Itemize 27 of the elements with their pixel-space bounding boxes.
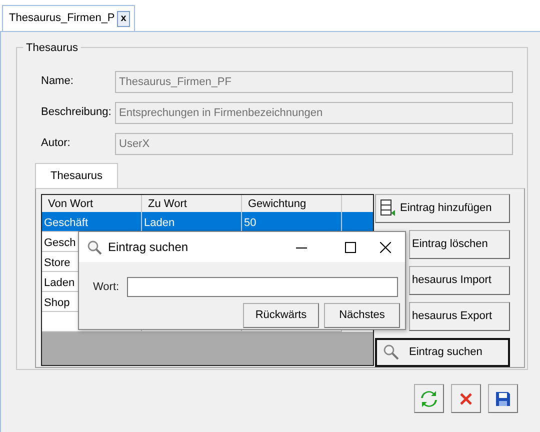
- action-button[interactable]: Eintrag hinzufügen: [375, 194, 510, 223]
- field-label: Autor:: [40, 136, 72, 152]
- action-button[interactable]: Eintrag suchen: [375, 338, 510, 367]
- field-label: Beschreibung:: [40, 105, 112, 120]
- close-icon[interactable]: [380, 242, 391, 252]
- word-field[interactable]: [127, 277, 398, 297]
- field-label: Name:: [40, 74, 74, 90]
- table-add-icon: [380, 199, 396, 218]
- maximize-icon[interactable]: [345, 242, 356, 252]
- cancel-icon: [459, 392, 473, 406]
- dialog-button[interactable]: Nächstes: [324, 303, 400, 328]
- cancel-button[interactable]: [451, 384, 481, 413]
- refresh-button[interactable]: [414, 384, 444, 413]
- save-button[interactable]: [488, 384, 518, 413]
- document-tab[interactable]: Thesaurus_Firmen_P x: [2, 5, 136, 31]
- search-icon: [383, 344, 399, 360]
- selected-row[interactable]: Geschäft Laden 50: [42, 212, 373, 232]
- action-button[interactable]: hesaurus Export: [409, 302, 510, 331]
- search-icon: [87, 240, 102, 254]
- action-button[interactable]: Eintrag löschen: [409, 230, 510, 259]
- action-button[interactable]: hesaurus Import: [409, 266, 510, 295]
- refresh-icon: [420, 390, 438, 408]
- field-label: Wort:: [93, 280, 120, 295]
- dialog-button[interactable]: Rückwärts: [243, 303, 319, 328]
- tab[interactable]: Thesaurus: [35, 163, 118, 188]
- close-button[interactable]: x: [116, 10, 130, 26]
- save-icon: [495, 390, 511, 406]
